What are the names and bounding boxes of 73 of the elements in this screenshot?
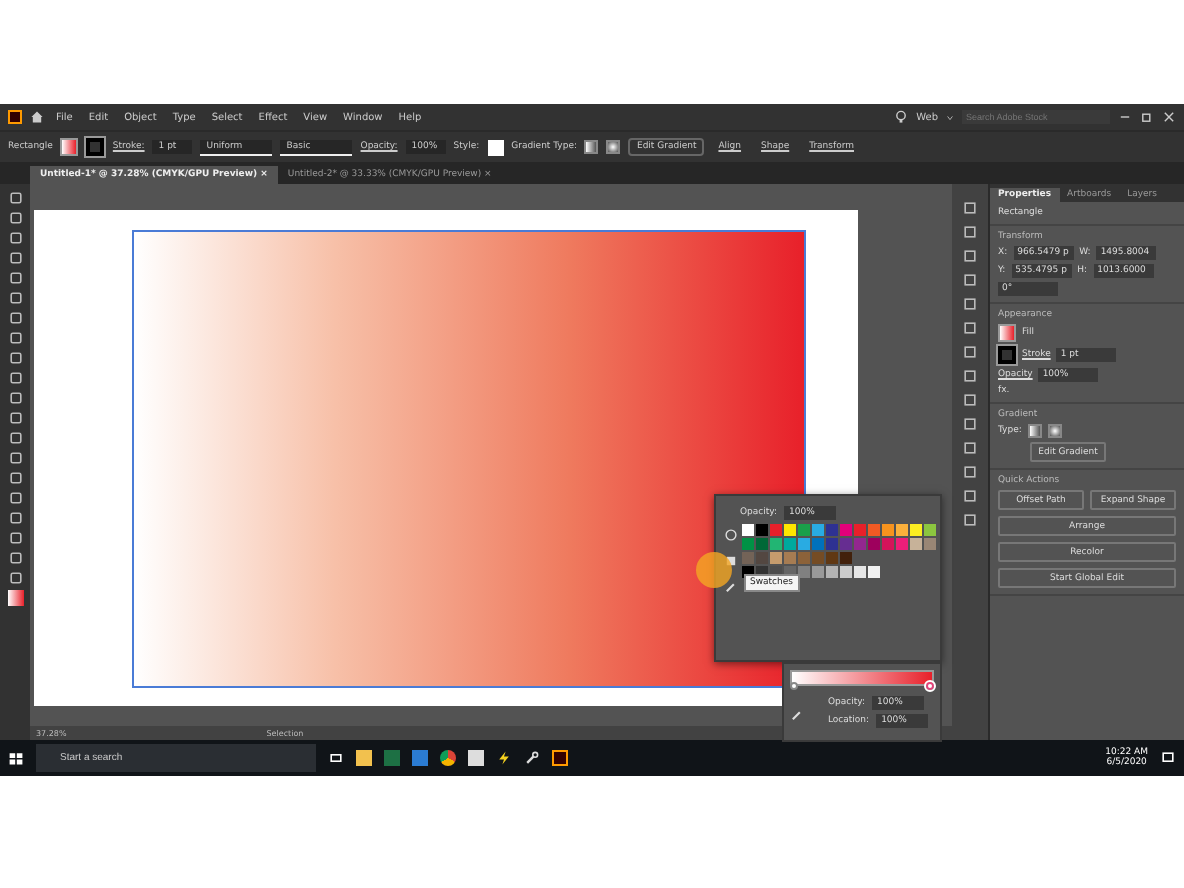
color-swatch[interactable] <box>784 552 796 564</box>
gradient-ramp <box>790 670 934 686</box>
color-swatch[interactable] <box>854 566 866 578</box>
color-wheel-icon[interactable] <box>724 528 738 542</box>
color-swatch[interactable] <box>798 538 810 550</box>
color-swatch[interactable] <box>840 538 852 550</box>
notifications-icon[interactable] <box>1160 750 1176 766</box>
color-swatch[interactable] <box>882 524 894 536</box>
color-swatch[interactable] <box>868 538 880 550</box>
color-swatch[interactable] <box>812 524 824 536</box>
color-swatch[interactable] <box>812 566 824 578</box>
click-highlight <box>696 552 732 588</box>
close-icon[interactable] <box>1162 110 1176 124</box>
gradient-stop[interactable] <box>790 682 798 690</box>
color-swatch[interactable] <box>756 524 768 536</box>
color-swatch[interactable] <box>840 552 852 564</box>
stroke-swatch[interactable] <box>998 346 1016 364</box>
color-swatch[interactable] <box>784 524 796 536</box>
color-swatch[interactable] <box>826 552 838 564</box>
gradient-stop[interactable] <box>926 682 934 690</box>
wrench-icon[interactable] <box>524 750 540 766</box>
minimize-icon[interactable] <box>1118 110 1132 124</box>
radial-gradient-icon[interactable] <box>606 140 621 154</box>
color-swatch[interactable] <box>770 524 782 536</box>
color-swatch[interactable] <box>924 538 936 550</box>
color-swatch[interactable] <box>826 524 838 536</box>
color-swatch[interactable] <box>756 538 768 550</box>
fill-swatch[interactable] <box>998 324 1016 342</box>
color-swatch[interactable] <box>896 524 908 536</box>
browser-icon[interactable] <box>440 750 456 766</box>
color-swatch[interactable] <box>854 538 866 550</box>
color-swatch[interactable] <box>812 538 824 550</box>
eyedropper-icon[interactable] <box>724 580 738 594</box>
color-swatch[interactable] <box>756 552 768 564</box>
color-swatch[interactable] <box>840 566 852 578</box>
color-swatch[interactable] <box>868 566 880 578</box>
restore-icon[interactable] <box>1140 110 1154 124</box>
color-swatch[interactable] <box>784 538 796 550</box>
color-swatch[interactable] <box>770 552 782 564</box>
task-view-icon[interactable] <box>328 750 344 766</box>
color-swatch[interactable] <box>882 538 894 550</box>
color-swatch[interactable] <box>840 524 852 536</box>
lightning-bolt-icon[interactable] <box>496 750 512 766</box>
color-swatch[interactable] <box>798 566 810 578</box>
stroke-swatch[interactable] <box>86 138 105 156</box>
color-swatch[interactable] <box>742 552 754 564</box>
color-swatch[interactable] <box>910 538 922 550</box>
color-swatch[interactable] <box>742 538 754 550</box>
color-swatch[interactable] <box>826 538 838 550</box>
color-swatch[interactable] <box>798 552 810 564</box>
app-logo-icon[interactable] <box>8 110 22 124</box>
eyedropper-icon[interactable] <box>790 707 804 721</box>
fill-swatch[interactable] <box>7 590 23 606</box>
radial-gradient-icon[interactable] <box>1047 424 1062 438</box>
color-swatch[interactable] <box>742 524 754 536</box>
windows-start-icon[interactable] <box>8 750 24 766</box>
linear-gradient-icon[interactable] <box>1027 424 1042 438</box>
color-swatch[interactable] <box>868 524 880 536</box>
linear-gradient-icon[interactable] <box>584 140 599 154</box>
home-icon[interactable] <box>30 110 44 124</box>
style-swatch[interactable] <box>487 139 504 155</box>
color-swatch[interactable] <box>854 524 866 536</box>
color-swatch[interactable] <box>770 538 782 550</box>
color-swatch[interactable] <box>910 524 922 536</box>
color-swatch[interactable] <box>798 524 810 536</box>
color-swatch[interactable] <box>896 538 908 550</box>
color-swatch[interactable] <box>924 524 936 536</box>
color-swatch[interactable] <box>826 566 838 578</box>
chevron-down-icon[interactable] <box>946 113 954 121</box>
color-swatch[interactable] <box>812 552 824 564</box>
illustrator-app-icon[interactable] <box>552 750 568 766</box>
fill-swatch[interactable] <box>60 138 79 156</box>
lightbulb-icon[interactable] <box>894 110 909 124</box>
